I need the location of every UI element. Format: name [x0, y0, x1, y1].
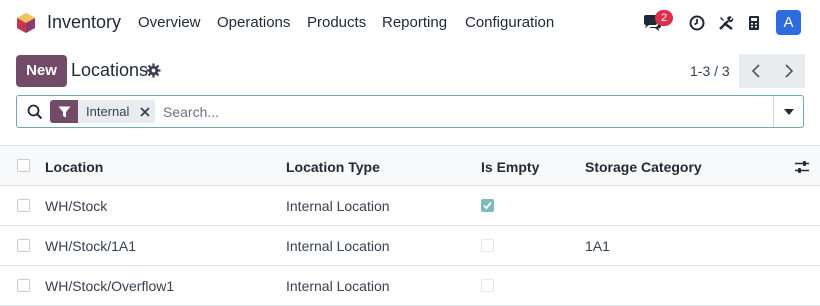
phone-icon[interactable]	[744, 13, 764, 33]
column-options-icon[interactable]	[794, 160, 810, 174]
chevron-right-icon	[784, 64, 793, 78]
inventory-app-icon[interactable]	[15, 12, 37, 34]
top-navbar: Inventory Overview Operations Products R…	[0, 0, 820, 46]
facet-value: Internal	[86, 104, 130, 119]
menu-products[interactable]: Products	[307, 14, 366, 31]
table-row[interactable]: WH/Stock Internal Location	[0, 186, 820, 226]
menu-overview[interactable]: Overview	[138, 14, 201, 31]
is-empty-checkbox	[481, 239, 494, 252]
pager-value[interactable]: 1-3 / 3	[690, 63, 730, 79]
pager-previous-button[interactable]	[739, 54, 772, 88]
search-options-toggle[interactable]	[773, 96, 803, 127]
pager-next-button[interactable]	[772, 54, 805, 88]
close-icon[interactable]	[135, 100, 155, 123]
row-select-checkbox[interactable]	[17, 279, 30, 292]
search-bar[interactable]: Internal	[16, 95, 804, 128]
row-select-checkbox[interactable]	[17, 199, 30, 212]
table-header: Location Location Type Is Empty Storage …	[0, 145, 820, 186]
is-empty-checkbox	[481, 199, 494, 212]
menu-operations[interactable]: Operations	[217, 14, 290, 31]
cell-storage-category: 1A1	[585, 238, 610, 254]
menu-reporting[interactable]: Reporting	[382, 14, 447, 31]
menu-configuration[interactable]: Configuration	[465, 14, 554, 31]
chevron-left-icon	[751, 64, 760, 78]
is-empty-checkbox	[481, 279, 494, 292]
check-icon	[483, 201, 492, 210]
tools-icon[interactable]	[716, 13, 736, 33]
row-select-checkbox[interactable]	[17, 239, 30, 252]
filter-icon	[50, 100, 78, 123]
app-name[interactable]: Inventory	[47, 12, 121, 33]
user-avatar[interactable]: A	[776, 10, 801, 35]
page-title[interactable]: Locations	[71, 60, 148, 81]
cell-location: WH/Stock/Overflow1	[45, 278, 175, 294]
select-all-checkbox[interactable]	[17, 159, 30, 172]
search-input[interactable]	[163, 102, 763, 122]
column-storage-category[interactable]: Storage Category	[585, 159, 702, 175]
cell-location-type: Internal Location	[286, 198, 390, 214]
table-row[interactable]: WH/Stock/1A1 Internal Location 1A1	[0, 226, 820, 266]
gear-icon[interactable]	[146, 63, 161, 78]
search-icon[interactable]	[27, 104, 43, 120]
column-location[interactable]: Location	[45, 159, 103, 175]
caret-down-icon	[783, 108, 794, 115]
search-facet: Internal	[50, 100, 156, 123]
cell-location: WH/Stock/1A1	[45, 238, 137, 254]
column-is-empty[interactable]: Is Empty	[481, 159, 539, 175]
column-location-type[interactable]: Location Type	[286, 159, 380, 175]
messages-badge: 2	[655, 10, 673, 26]
clock-icon[interactable]	[687, 13, 707, 33]
cell-location-type: Internal Location	[286, 238, 390, 254]
table-row[interactable]: WH/Stock/Overflow1 Internal Location	[0, 266, 820, 306]
new-button[interactable]: New	[16, 55, 67, 87]
cell-location: WH/Stock	[45, 198, 108, 214]
cell-location-type: Internal Location	[286, 278, 390, 294]
